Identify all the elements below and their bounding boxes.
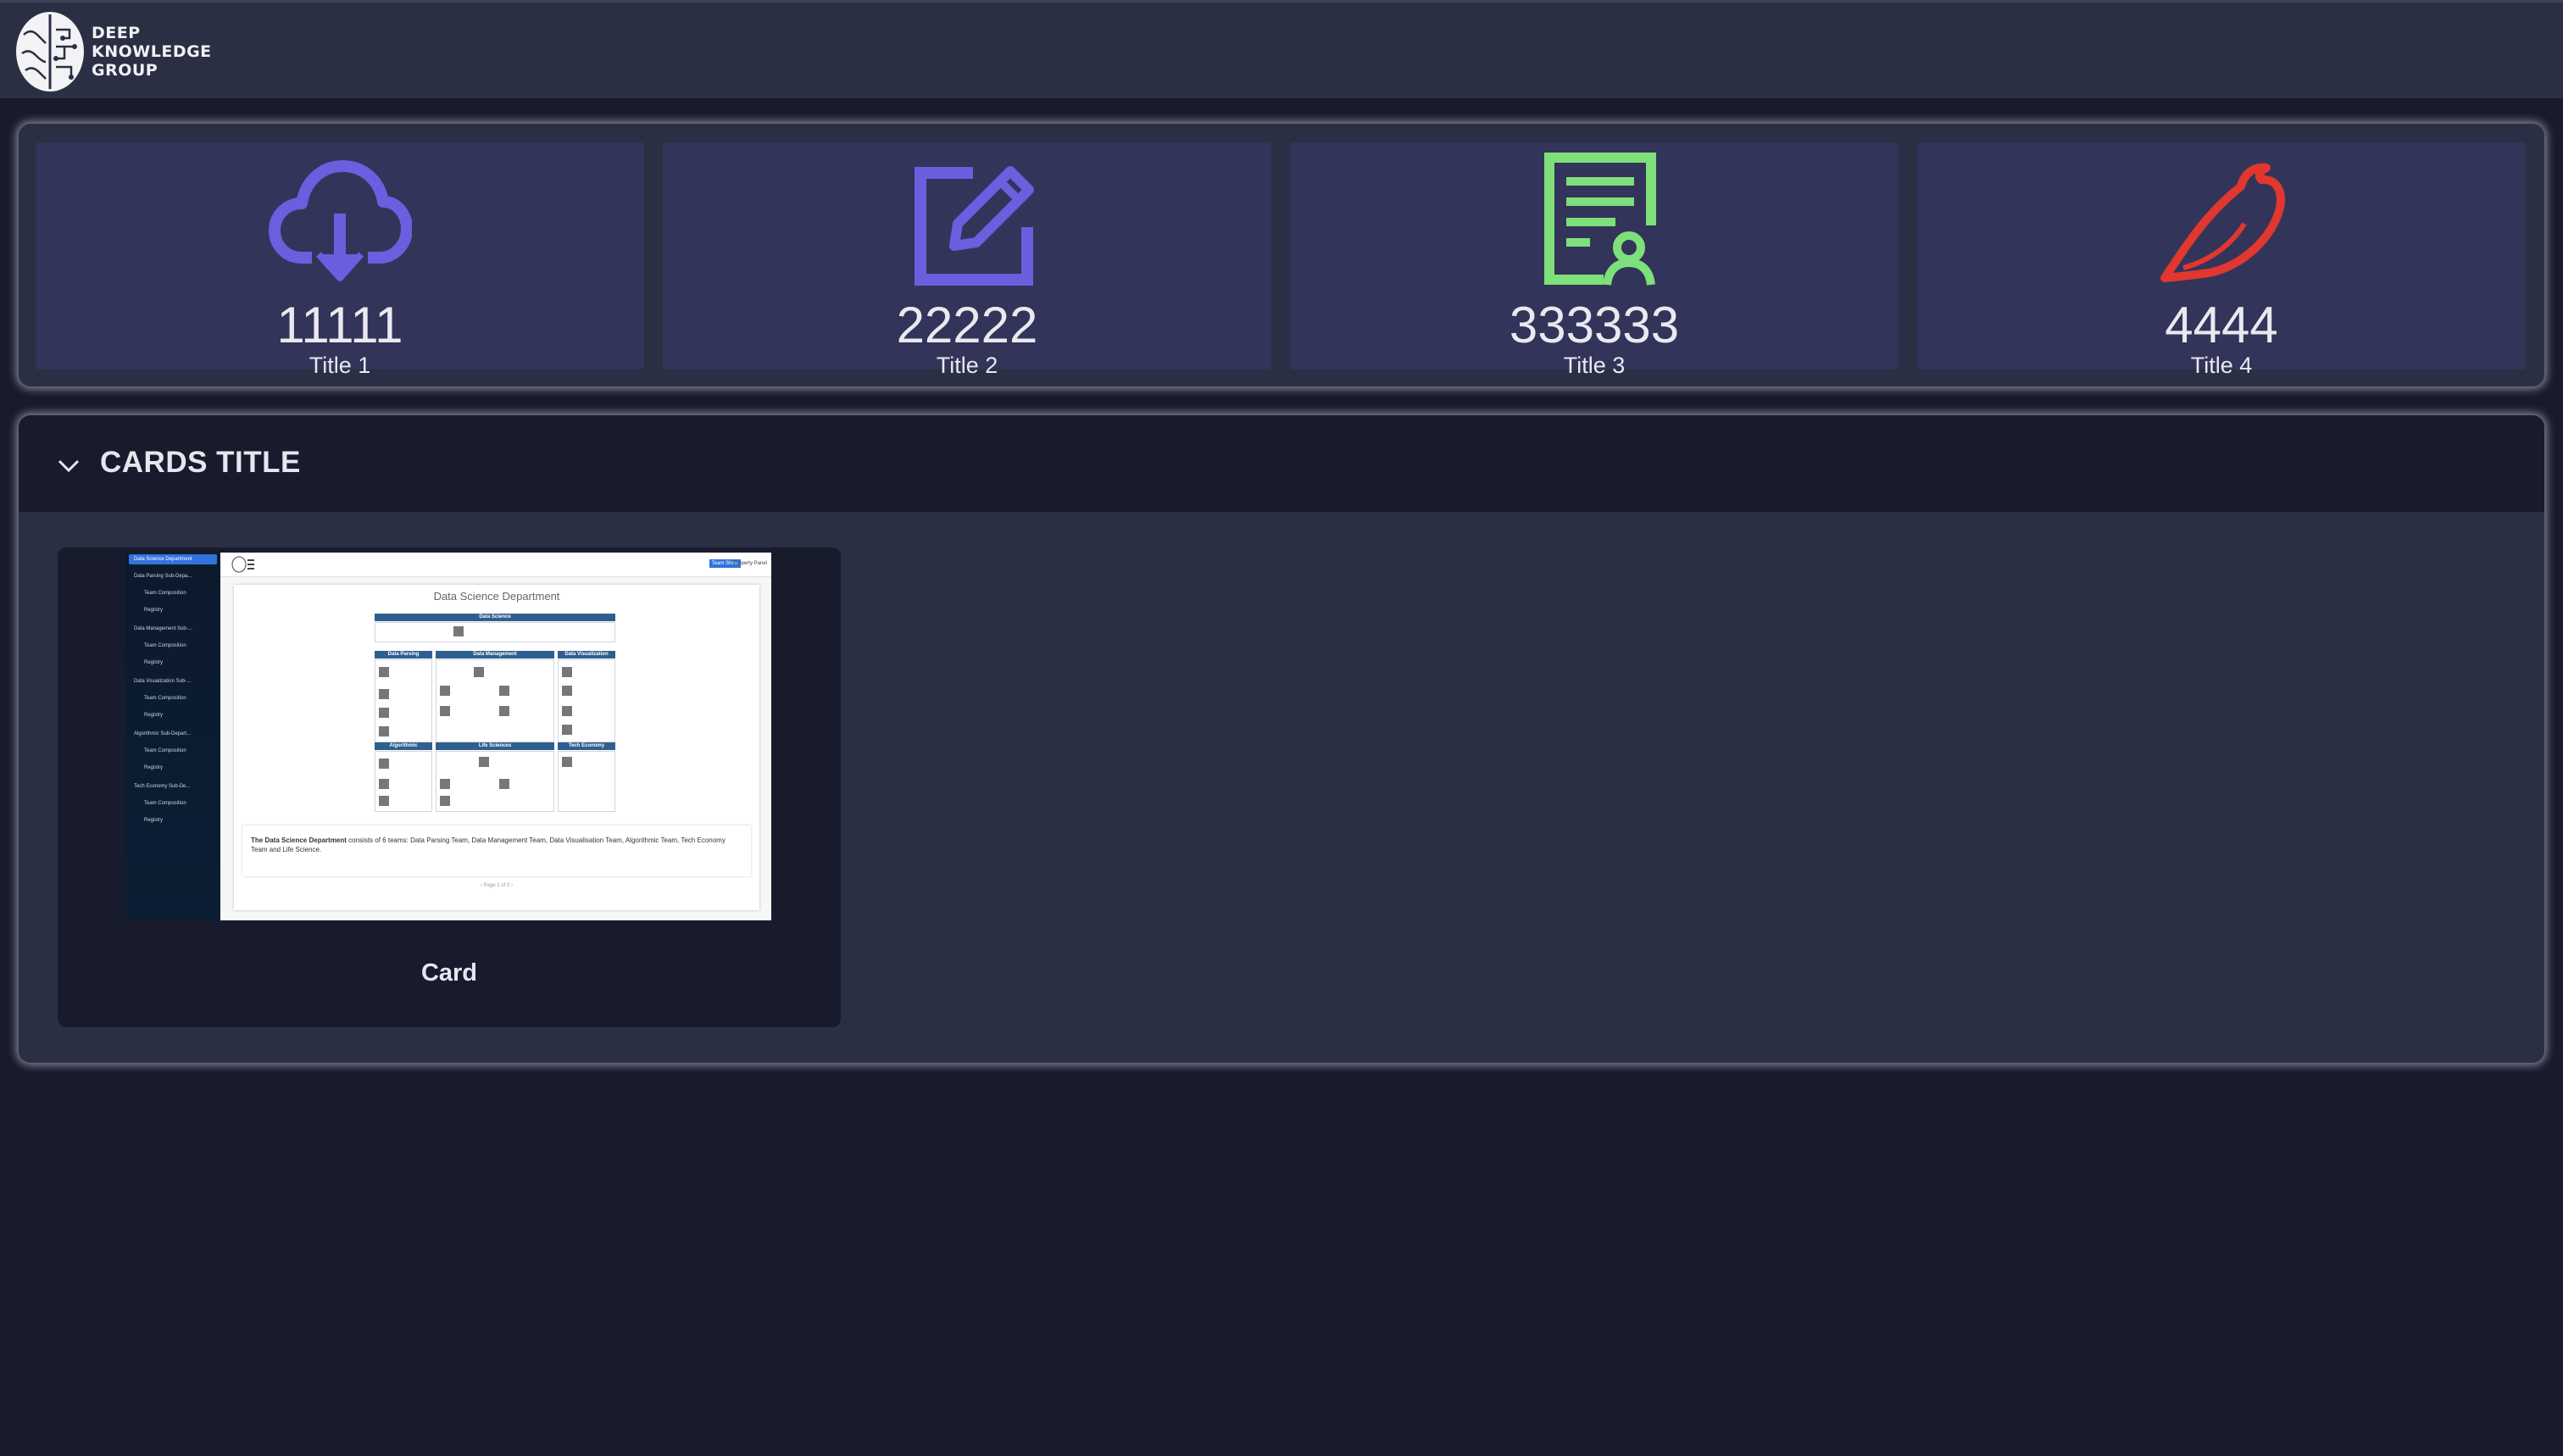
thumbnail-sidebar: Data Science Department Data Parsing Sub…: [125, 553, 220, 920]
stat-value: 22222: [896, 297, 1038, 353]
cards-panel-header[interactable]: CARDS TITLE: [19, 415, 2544, 512]
person-photo: [379, 759, 389, 769]
person-photo: [499, 686, 509, 696]
org-unit-box: [558, 659, 615, 742]
brand-logo[interactable]: DEEP KNOWLEDGE GROUP: [14, 9, 212, 94]
card-label: Card: [420, 959, 478, 986]
org-unit-bar: Data Parsing: [375, 651, 432, 659]
thumbnail-sidebar-item: Registry: [144, 660, 164, 665]
org-unit-box: [375, 751, 432, 812]
person-photo: [562, 667, 572, 677]
top-bar: DEEP KNOWLEDGE GROUP: [0, 0, 2563, 98]
stat-card-3[interactable]: 333333 Title 3: [1290, 142, 1899, 378]
thumbnail-sidebar-item: Team Composition: [144, 591, 186, 596]
thumbnail-doc-title: Data Science Department: [433, 590, 560, 603]
cloud-download-icon: [269, 160, 412, 281]
org-unit-box: [436, 659, 554, 742]
edit-square-icon: [915, 166, 1034, 286]
person-photo: [474, 667, 484, 677]
thumbnail-sidebar-item: Team Composition: [144, 696, 186, 701]
person-photo: [379, 726, 389, 736]
thumbnail-org-chart: Data Science Data Parsing Data Managemen…: [375, 614, 615, 812]
org-unit-box: [375, 659, 432, 742]
thumbnail-topbar: Team Show Property Panel: [220, 553, 771, 577]
thumbnail-pager: ‹ Page 1 of 3 ›: [480, 883, 514, 888]
org-unit-bar: Life Sciences: [436, 742, 554, 750]
stat-card-1[interactable]: 11111 Title 1: [36, 142, 644, 378]
thumbnail-document: Data Science Department Data Science Dat…: [234, 585, 759, 910]
thumbnail-sidebar-item: Data Management Sub-...: [134, 626, 192, 631]
brain-circuit-icon: [16, 12, 84, 92]
thumbnail-sidebar-item: Data Parsing Sub-Depa...: [134, 574, 192, 579]
thumbnail-sidebar-item: Registry: [144, 765, 164, 770]
brand-name-line-1: DEEP: [92, 24, 141, 42]
stat-title: Title 2: [936, 353, 998, 378]
person-photo: [379, 708, 389, 718]
org-unit-bar: Tech Economy: [558, 742, 615, 750]
person-photo: [440, 686, 450, 696]
person-photo: [379, 779, 389, 789]
stat-card-4[interactable]: 4444 Title 4: [1917, 142, 2526, 378]
person-photo: [379, 796, 389, 806]
stat-title: Title 3: [1563, 353, 1626, 378]
bird-icon: [2160, 163, 2286, 282]
org-unit-bar: Data Science: [375, 614, 615, 621]
person-photo: [499, 706, 509, 716]
thumbnail-description: The Data Science Department consists of …: [242, 825, 751, 876]
brand-name-line-3: GROUP: [92, 61, 158, 80]
thumbnail-sidebar-item: Registry: [144, 818, 164, 823]
person-photo: [499, 779, 509, 789]
person-photo: [440, 706, 450, 716]
stat-title: Title 4: [2190, 353, 2253, 378]
thumbnail-sidebar-item: Registry: [144, 713, 164, 718]
person-photo: [562, 686, 572, 696]
person-photo: [440, 796, 450, 806]
person-photo: [379, 689, 389, 699]
stat-value: 4444: [2165, 297, 2278, 353]
thumbnail-sidebar-item: Team Composition: [144, 748, 186, 753]
person-photo: [453, 626, 464, 636]
cards-section-title: CARDS TITLE: [100, 446, 301, 479]
org-unit-bar: Data Management: [436, 651, 554, 659]
cards-panel: CARDS TITLE Data Science Department Data…: [19, 415, 2544, 1063]
org-unit-box: [558, 751, 615, 812]
thumbnail-description-bold: The Data Science Department: [251, 836, 347, 844]
org-unit-bar: Algorithmic: [375, 742, 432, 750]
org-unit-bar: Data Visualization: [558, 651, 615, 659]
thumbnail-sidebar-item: Team Composition: [144, 801, 186, 806]
org-unit-box: [375, 622, 615, 642]
thumbnail-sidebar-item: Tech Economy Sub-De...: [134, 784, 191, 789]
person-photo: [562, 706, 572, 716]
stat-card-2[interactable]: 22222 Title 2: [663, 142, 1271, 378]
thumbnail-property-panel-button: Property Panel: [733, 561, 767, 566]
person-photo: [562, 725, 572, 735]
brand-name-line-2: KNOWLEDGE: [92, 42, 212, 61]
chevron-down-icon[interactable]: [56, 453, 81, 478]
thumbnail-sidebar-item: Team Composition: [144, 643, 186, 648]
stat-value: 11111: [276, 297, 403, 353]
person-photo: [479, 757, 489, 767]
thumbnail-sidebar-item: Algorithmic Sub-Depart...: [134, 731, 192, 736]
thumbnail-main: Team Show Property Panel Data Science De…: [220, 553, 771, 920]
person-photo: [440, 779, 450, 789]
thumbnail-sidebar-item: Data Science Department: [129, 554, 217, 564]
stat-title: Title 1: [309, 353, 371, 378]
document-user-icon: [1544, 153, 1656, 286]
card-thumbnail[interactable]: Data Science Department Data Parsing Sub…: [125, 553, 771, 920]
thumbnail-sidebar-item: Data Visualization Sub-...: [134, 679, 192, 684]
card[interactable]: Data Science Department Data Parsing Sub…: [58, 547, 841, 1027]
person-photo: [562, 757, 572, 767]
thumbnail-sidebar-item: Registry: [144, 608, 164, 613]
stat-value: 333333: [1509, 297, 1680, 353]
person-photo: [379, 667, 389, 677]
brand-name: DEEP KNOWLEDGE GROUP: [92, 24, 212, 80]
org-unit-box: [436, 751, 554, 812]
brain-circuit-icon: [231, 556, 254, 573]
stats-panel: 11111 Title 1 22222 Title 2 333333 Title…: [19, 124, 2544, 386]
